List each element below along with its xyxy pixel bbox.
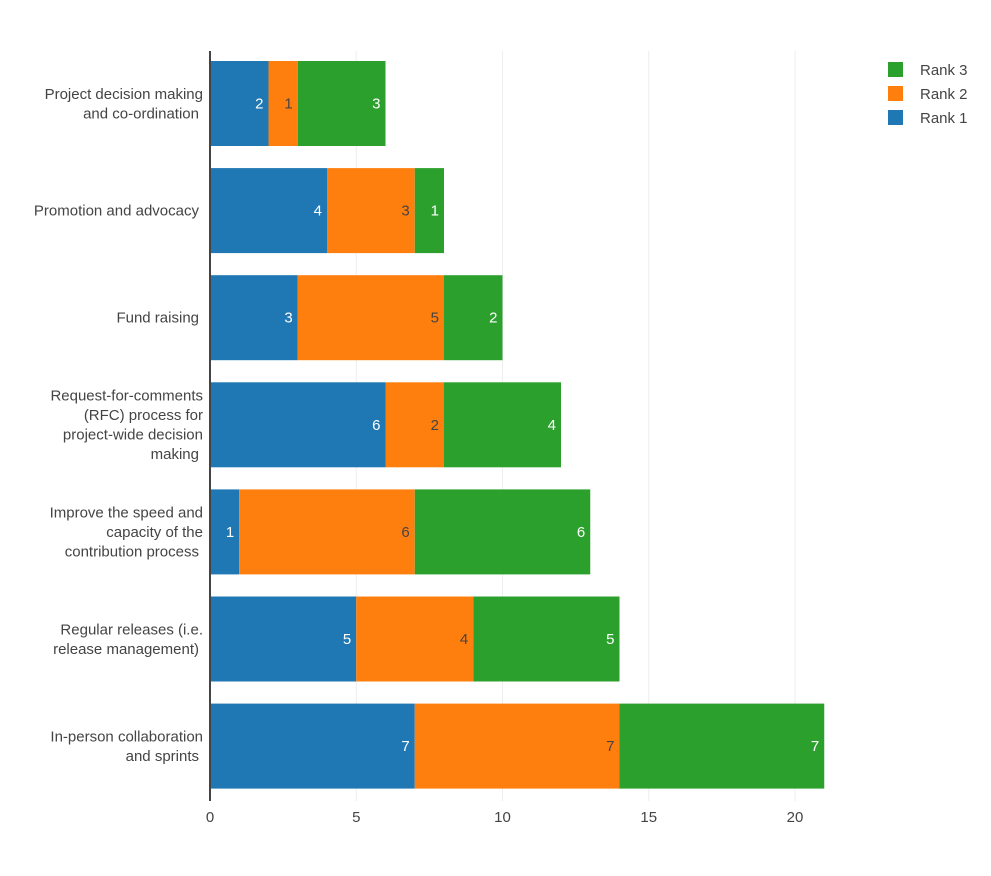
x-tick-label: 5 — [352, 809, 360, 826]
legend-swatch — [888, 86, 903, 101]
data-label: 1 — [284, 96, 292, 113]
x-tick-label: 10 — [494, 809, 511, 826]
legend-swatch — [888, 110, 903, 125]
bar-segment-rank-1 — [210, 703, 415, 789]
category-label-line: Request-for-comments — [50, 388, 203, 405]
category-label-line: capacity of the — [106, 524, 203, 541]
category-label: Regular releases (i.e. release management… — [53, 621, 203, 658]
data-label: 6 — [401, 524, 409, 541]
data-label: 5 — [343, 631, 351, 648]
bars: 2 1 3 4 3 1 3 5 2 6 2 4 1 6 6 5 4 5 7 7 7 — [210, 61, 825, 789]
category-label: In-person collaboration and sprints — [50, 728, 203, 765]
category-label: Project decision making and co-ordination — [45, 86, 203, 123]
data-label: 4 — [460, 631, 468, 648]
bar-segment-rank-3 — [414, 168, 444, 254]
category-label-line: Improve the speed and — [50, 504, 203, 521]
legend-label[interactable]: Rank 3 — [920, 62, 968, 79]
category-label-line: project-wide decision — [63, 427, 203, 444]
category-label-line: In-person collaboration — [50, 728, 203, 745]
data-label: 6 — [372, 417, 380, 434]
bar-segment-rank-3 — [473, 596, 620, 682]
category-label: Promotion and advocacy — [34, 203, 200, 220]
category-labels: Project decision making and co-ordination… — [34, 86, 203, 765]
x-axis-ticks: 0 5 10 15 20 — [206, 809, 804, 826]
legend: Rank 3 Rank 2 Rank 1 — [888, 62, 968, 127]
bar-segment-rank-2 — [297, 275, 444, 361]
data-label: 7 — [606, 738, 614, 755]
data-label: 2 — [255, 96, 263, 113]
category-label-line: Project decision making — [45, 86, 203, 103]
data-label: 7 — [401, 738, 409, 755]
bar-segment-rank-3 — [414, 489, 591, 575]
category-label-line: release management) — [53, 641, 199, 658]
category-label-line: Regular releases (i.e. — [60, 621, 203, 638]
x-tick-label: 15 — [640, 809, 657, 826]
bar-segment-rank-3 — [619, 703, 825, 789]
data-label: 1 — [226, 524, 234, 541]
data-label: 3 — [284, 310, 292, 327]
bar-segment-rank-2 — [414, 703, 620, 789]
bar-segment-rank-2 — [268, 61, 298, 146]
data-label: 4 — [314, 203, 322, 220]
category-label: Improve the speed and capacity of the cont… — [50, 504, 203, 560]
legend-label[interactable]: Rank 2 — [920, 86, 968, 103]
x-tick-label: 0 — [206, 809, 214, 826]
data-label: 2 — [489, 310, 497, 327]
bar-segment-rank-3 — [444, 382, 561, 468]
data-label: 4 — [548, 417, 556, 434]
data-label: 1 — [431, 203, 439, 220]
category-label-line: making — [151, 446, 199, 463]
data-label: 3 — [401, 203, 409, 220]
data-label: 3 — [372, 96, 380, 113]
data-label: 2 — [431, 417, 439, 434]
bar-segment-rank-1 — [210, 168, 327, 254]
bar-segment-rank-2 — [356, 596, 474, 682]
data-label: 5 — [431, 310, 439, 327]
category-label: Fund raising — [116, 310, 199, 327]
legend-label[interactable]: Rank 1 — [920, 110, 968, 127]
x-tick-label: 20 — [787, 809, 804, 826]
category-label-line: Promotion and advocacy — [34, 203, 200, 220]
bar-segment-rank-2 — [239, 489, 415, 575]
category-label: Request-for-comments (RFC) process for pro… — [50, 388, 203, 464]
data-label: 7 — [811, 738, 819, 755]
bar-segment-rank-1 — [210, 489, 240, 575]
category-label-line: contribution process — [65, 543, 199, 560]
legend-swatch — [888, 62, 903, 77]
category-label-line: Fund raising — [116, 310, 199, 327]
data-label: 6 — [577, 524, 585, 541]
bar-segment-rank-1 — [210, 382, 386, 468]
data-label: 5 — [606, 631, 614, 648]
category-label-line: and sprints — [126, 748, 199, 765]
stacked-bar-chart: 2 1 3 4 3 1 3 5 2 6 2 4 1 6 6 5 4 5 7 7 7 Project decision m… — [34, 51, 968, 826]
category-label-line: (RFC) process for — [84, 407, 203, 424]
bar-segment-rank-1 — [210, 596, 357, 682]
category-label-line: and co-ordination — [83, 105, 199, 122]
